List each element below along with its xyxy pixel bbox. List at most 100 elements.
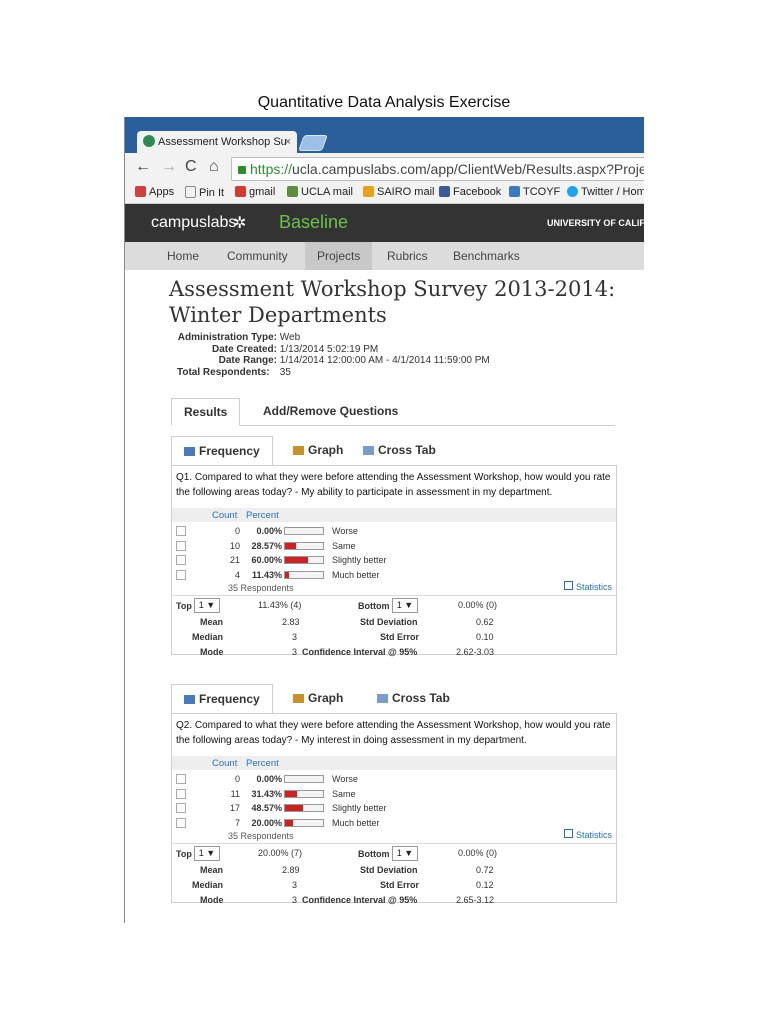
bookmark-facebook[interactable]: Facebook	[439, 186, 501, 198]
mode-value: 3	[292, 647, 298, 657]
row-checkbox[interactable]	[176, 526, 186, 536]
row-checkbox[interactable]	[176, 569, 186, 580]
apps-grid-icon	[135, 186, 146, 197]
network-logo-icon: ✲	[233, 215, 247, 232]
top-label: Top	[176, 601, 192, 611]
close-icon[interactable]: ×	[285, 131, 291, 153]
tab-cross-tab[interactable]: Cross Tab	[377, 684, 450, 713]
top-select[interactable]: 1 ▼	[194, 846, 220, 861]
url-protocol: https://	[250, 161, 293, 177]
row-checkbox[interactable]	[176, 817, 186, 828]
row-checkbox[interactable]	[176, 555, 186, 565]
tcoyf-icon	[509, 186, 520, 197]
facebook-icon	[439, 186, 450, 197]
row-label: Worse	[332, 526, 358, 536]
bookmark-tcoyf[interactable]: TCOYF	[509, 186, 560, 198]
percent-bar	[284, 570, 324, 579]
bottom-select[interactable]: 1 ▼	[392, 846, 418, 861]
column-headers: Count Percent	[172, 508, 616, 522]
campuslabs-logo[interactable]: campuslabs	[151, 214, 236, 232]
new-tab-button[interactable]	[298, 135, 328, 151]
percent-bar-fill	[285, 819, 293, 826]
table-icon	[184, 695, 195, 704]
panel-tabs: Frequency Graph Cross Tab	[171, 684, 617, 715]
row-label: Same	[332, 788, 356, 799]
table-row: 7 20.00% Much better	[172, 816, 616, 830]
percent-bar	[284, 541, 324, 550]
bookmark-twitter[interactable]: Twitter / Hom	[567, 186, 644, 198]
row-percent: 48.57%	[251, 803, 282, 813]
tab-frequency[interactable]: Frequency	[171, 436, 273, 467]
meta-admin-type: Administration Type: Web	[177, 332, 301, 343]
stats-divider	[172, 843, 616, 844]
top-value: 20.00% (7)	[258, 848, 303, 858]
url-input[interactable]: https://ucla.campuslabs.com/app/ClientWe…	[231, 157, 644, 181]
tab-graph[interactable]: Graph	[293, 436, 343, 465]
bookmark-gmail[interactable]: gmail	[235, 186, 275, 198]
table-row: 4 11.43% Much better	[172, 568, 616, 582]
bottom-select[interactable]: 1 ▼	[392, 598, 418, 613]
std-err-value: 0.10	[476, 632, 494, 642]
back-arrow-icon[interactable]: ←	[135, 158, 151, 176]
statistics-toggle[interactable]: Statistics	[563, 829, 612, 840]
collapse-icon	[563, 581, 573, 590]
row-checkbox[interactable]	[176, 788, 186, 799]
results-tabs: Results Add/Remove Questions	[171, 398, 615, 426]
nav-rubrics[interactable]: Rubrics	[387, 249, 428, 263]
reload-icon[interactable]: C	[185, 158, 197, 176]
browser-tabstrip: Assessment Workshop Su ×	[125, 117, 644, 153]
percent-bar-fill	[285, 557, 308, 563]
row-percent: 0.00%	[256, 526, 282, 536]
nav-benchmarks[interactable]: Benchmarks	[453, 249, 520, 263]
main-content: Assessment Workshop Survey 2013-2014: Wi…	[167, 270, 632, 923]
respondent-count: 35 Respondents	[228, 831, 294, 841]
meta-total-respondents: Total Respondents: 35	[177, 366, 291, 378]
home-icon[interactable]: ⌂	[209, 158, 219, 176]
table-row: 0 0.00% Worse	[172, 772, 616, 786]
table-row: 10 28.57% Same	[172, 539, 616, 553]
lock-icon	[238, 166, 246, 174]
tab-cross-tab[interactable]: Cross Tab	[363, 436, 436, 465]
table-row: 17 48.57% Slightly better	[172, 801, 616, 815]
tab-frequency[interactable]: Frequency	[171, 684, 273, 715]
tab-add-remove-questions[interactable]: Add/Remove Questions	[251, 398, 410, 424]
bookmark-pinit[interactable]: Pin It	[185, 186, 224, 199]
bookmarks-bar: Apps Pin It gmail UCLA mail SAIRO mail F…	[125, 183, 644, 204]
std-dev-label: Std Deviation	[360, 617, 418, 627]
row-count: 0	[234, 526, 240, 536]
nav-projects[interactable]: Projects	[305, 242, 373, 270]
question-text: Q2. Compared to what they were before at…	[176, 720, 611, 746]
nav-community[interactable]: Community	[227, 249, 288, 263]
percent-bar-fill	[285, 790, 297, 797]
bookmark-sairo-mail[interactable]: SAIRO mail	[363, 186, 434, 198]
url-path: ucla.campuslabs.com/app/ClientWeb/Result…	[292, 161, 644, 177]
std-err-label: Std Error	[380, 880, 420, 890]
tab-results[interactable]: Results	[171, 398, 241, 426]
percent-bar	[284, 789, 324, 798]
row-count: 4	[234, 569, 240, 580]
forward-arrow-icon[interactable]: →	[161, 158, 177, 176]
bottom-value: 0.00% (0)	[458, 848, 498, 858]
row-percent: 20.00%	[251, 817, 282, 828]
browser-tab[interactable]: Assessment Workshop Su ×	[137, 131, 297, 153]
meta-date-created: Date Created: 1/13/2014 5:02:19 PM	[211, 343, 379, 355]
mean-label: Mean	[200, 865, 224, 875]
tab-title: Assessment Workshop Su	[158, 136, 287, 148]
row-checkbox[interactable]	[176, 540, 186, 551]
statistics-toggle[interactable]: Statistics	[563, 581, 612, 592]
bookmark-ucla-mail[interactable]: UCLA mail	[287, 186, 353, 198]
row-checkbox[interactable]	[176, 774, 186, 784]
row-percent: 31.43%	[251, 788, 282, 799]
site-header: campuslabs ✲ Baseline UNIVERSITY OF CALI…	[125, 204, 644, 242]
col-count: Count	[212, 758, 238, 769]
top-select[interactable]: 1 ▼	[194, 598, 220, 613]
tab-graph[interactable]: Graph	[293, 684, 343, 713]
row-label: Worse	[332, 774, 358, 784]
top-label: Top	[176, 849, 192, 859]
nav-home[interactable]: Home	[167, 249, 199, 263]
row-checkbox[interactable]	[176, 803, 186, 813]
bookmark-apps[interactable]: Apps	[135, 186, 174, 198]
crosstab-icon	[377, 694, 388, 703]
collapse-icon	[563, 829, 573, 838]
std-err-label: Std Error	[380, 632, 420, 642]
